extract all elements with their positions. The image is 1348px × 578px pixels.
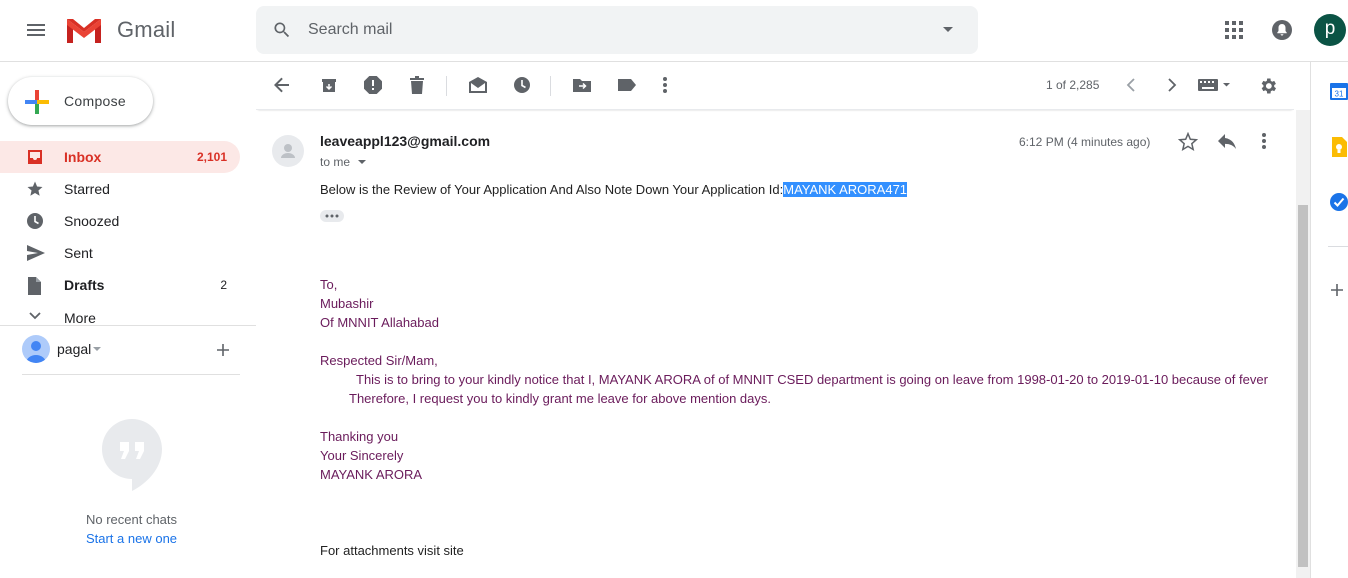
body-line: Your Sincerely xyxy=(320,448,404,463)
inbox-icon xyxy=(26,148,44,166)
more-options-icon[interactable] xyxy=(1260,132,1268,150)
compose-button[interactable]: Compose xyxy=(8,77,153,125)
page-count: 1 of 2,285 xyxy=(1046,78,1100,92)
sidebar-item-label: More xyxy=(64,310,96,326)
search-icon[interactable] xyxy=(272,20,292,40)
start-new-chat-link[interactable]: Start a new one xyxy=(60,531,203,546)
body-line: Respected Sir/Mam, xyxy=(320,353,438,368)
main-menu-icon[interactable] xyxy=(24,18,48,42)
summary-text: Below is the Review of Your Application … xyxy=(320,182,784,197)
settings-gear-icon[interactable] xyxy=(1258,76,1278,96)
no-recent-chats-text: No recent chats xyxy=(85,512,178,527)
application-id-selected[interactable]: MAYANK ARORA471 xyxy=(783,182,908,197)
sidebar-item-label: Drafts xyxy=(64,277,105,293)
older-chevron-right-icon[interactable] xyxy=(1167,76,1177,94)
reply-icon[interactable] xyxy=(1217,133,1237,151)
chevron-down-icon xyxy=(29,312,41,320)
notifications-icon[interactable] xyxy=(1271,19,1293,41)
compose-label: Compose xyxy=(64,93,127,109)
delete-icon[interactable] xyxy=(409,76,425,94)
sidebar-item-drafts[interactable]: Drafts 2 xyxy=(0,269,240,301)
hangouts-divider xyxy=(22,374,240,375)
sidebar-item-starred[interactable]: Starred xyxy=(0,173,240,205)
side-panel-divider xyxy=(1328,246,1348,247)
body-line: Of MNNIT Allahabad xyxy=(320,315,439,330)
sidebar-item-more[interactable]: More xyxy=(0,302,240,334)
report-spam-icon[interactable] xyxy=(364,76,382,94)
sidebar-item-label: Sent xyxy=(64,245,93,261)
search-input[interactable] xyxy=(308,20,908,40)
message-summary: Below is the Review of Your Application … xyxy=(320,182,908,197)
more-options-icon[interactable] xyxy=(661,76,669,94)
back-arrow-icon[interactable] xyxy=(273,76,291,94)
search-bar[interactable] xyxy=(256,6,978,54)
toolbar-divider xyxy=(550,76,551,96)
sidebar-item-sent[interactable]: Sent xyxy=(0,237,240,269)
sender-avatar[interactable] xyxy=(272,135,304,167)
keep-icon[interactable] xyxy=(1330,136,1348,158)
archive-icon[interactable] xyxy=(320,76,338,94)
account-avatar[interactable]: p xyxy=(1314,14,1346,46)
toolbar-divider xyxy=(446,76,447,96)
show-details-icon[interactable] xyxy=(358,160,366,165)
send-icon xyxy=(26,244,46,262)
sidebar-item-snoozed[interactable]: Snoozed xyxy=(0,205,240,237)
body-line: MAYANK ARORA xyxy=(320,467,423,482)
gmail-logo-icon[interactable] xyxy=(65,16,103,44)
hangouts-user-name[interactable]: pagal xyxy=(57,341,91,357)
snooze-icon[interactable] xyxy=(513,76,531,94)
message-time: 6:12 PM (4 minutes ago) xyxy=(1019,135,1151,149)
clock-icon xyxy=(26,212,44,230)
body-line: Thanking you xyxy=(320,429,399,444)
tasks-icon[interactable] xyxy=(1329,192,1348,212)
newer-chevron-left-icon[interactable] xyxy=(1126,76,1136,94)
input-tools-keyboard-icon[interactable] xyxy=(1198,78,1232,92)
body-line: For attachments visit site xyxy=(320,543,464,558)
body-line: Mubashir xyxy=(320,296,374,311)
compose-plus-icon xyxy=(24,89,50,115)
sidebar-item-label: Snoozed xyxy=(64,213,120,229)
sender-email[interactable]: leaveappl123@gmail.com xyxy=(320,133,490,149)
recipient-text: to me xyxy=(320,155,351,169)
body-line: This is to bring to your kindly notice t… xyxy=(356,372,1268,387)
draft-icon xyxy=(26,276,42,296)
message-toolbar: 1 of 2,285 xyxy=(256,62,1294,110)
app-name: Gmail xyxy=(117,17,176,42)
hangouts-bubble-icon xyxy=(101,418,163,492)
sidebar-divider xyxy=(0,325,256,326)
label-icon[interactable] xyxy=(617,76,637,94)
show-trimmed-content-button[interactable] xyxy=(320,210,344,222)
body-line: To, xyxy=(320,277,338,292)
google-apps-icon[interactable] xyxy=(1224,20,1244,40)
body-line: Therefore, I request you to kindly grant… xyxy=(349,391,772,406)
add-chat-icon[interactable] xyxy=(216,343,230,357)
sidebar-item-label: Inbox xyxy=(64,149,102,165)
unread-count: 2,101 xyxy=(196,150,227,164)
draft-count: 2 xyxy=(220,278,227,292)
star-icon[interactable] xyxy=(1178,132,1198,152)
mark-unread-icon[interactable] xyxy=(468,76,488,94)
svg-text:31: 31 xyxy=(1335,90,1344,99)
caret-down-icon[interactable] xyxy=(93,347,101,352)
sidebar-item-label: Starred xyxy=(64,181,110,197)
hangouts-user-avatar[interactable] xyxy=(22,335,50,363)
scrollbar-thumb[interactable] xyxy=(1298,205,1308,567)
top-bar: Gmail p xyxy=(0,0,1348,62)
sidebar-item-inbox[interactable]: Inbox 2,101 xyxy=(0,141,240,173)
search-options-icon[interactable] xyxy=(942,26,954,34)
get-addons-plus-icon[interactable] xyxy=(1330,283,1344,297)
move-to-icon[interactable] xyxy=(572,76,592,94)
star-icon xyxy=(26,180,44,198)
calendar-icon[interactable]: 31 xyxy=(1329,81,1348,101)
